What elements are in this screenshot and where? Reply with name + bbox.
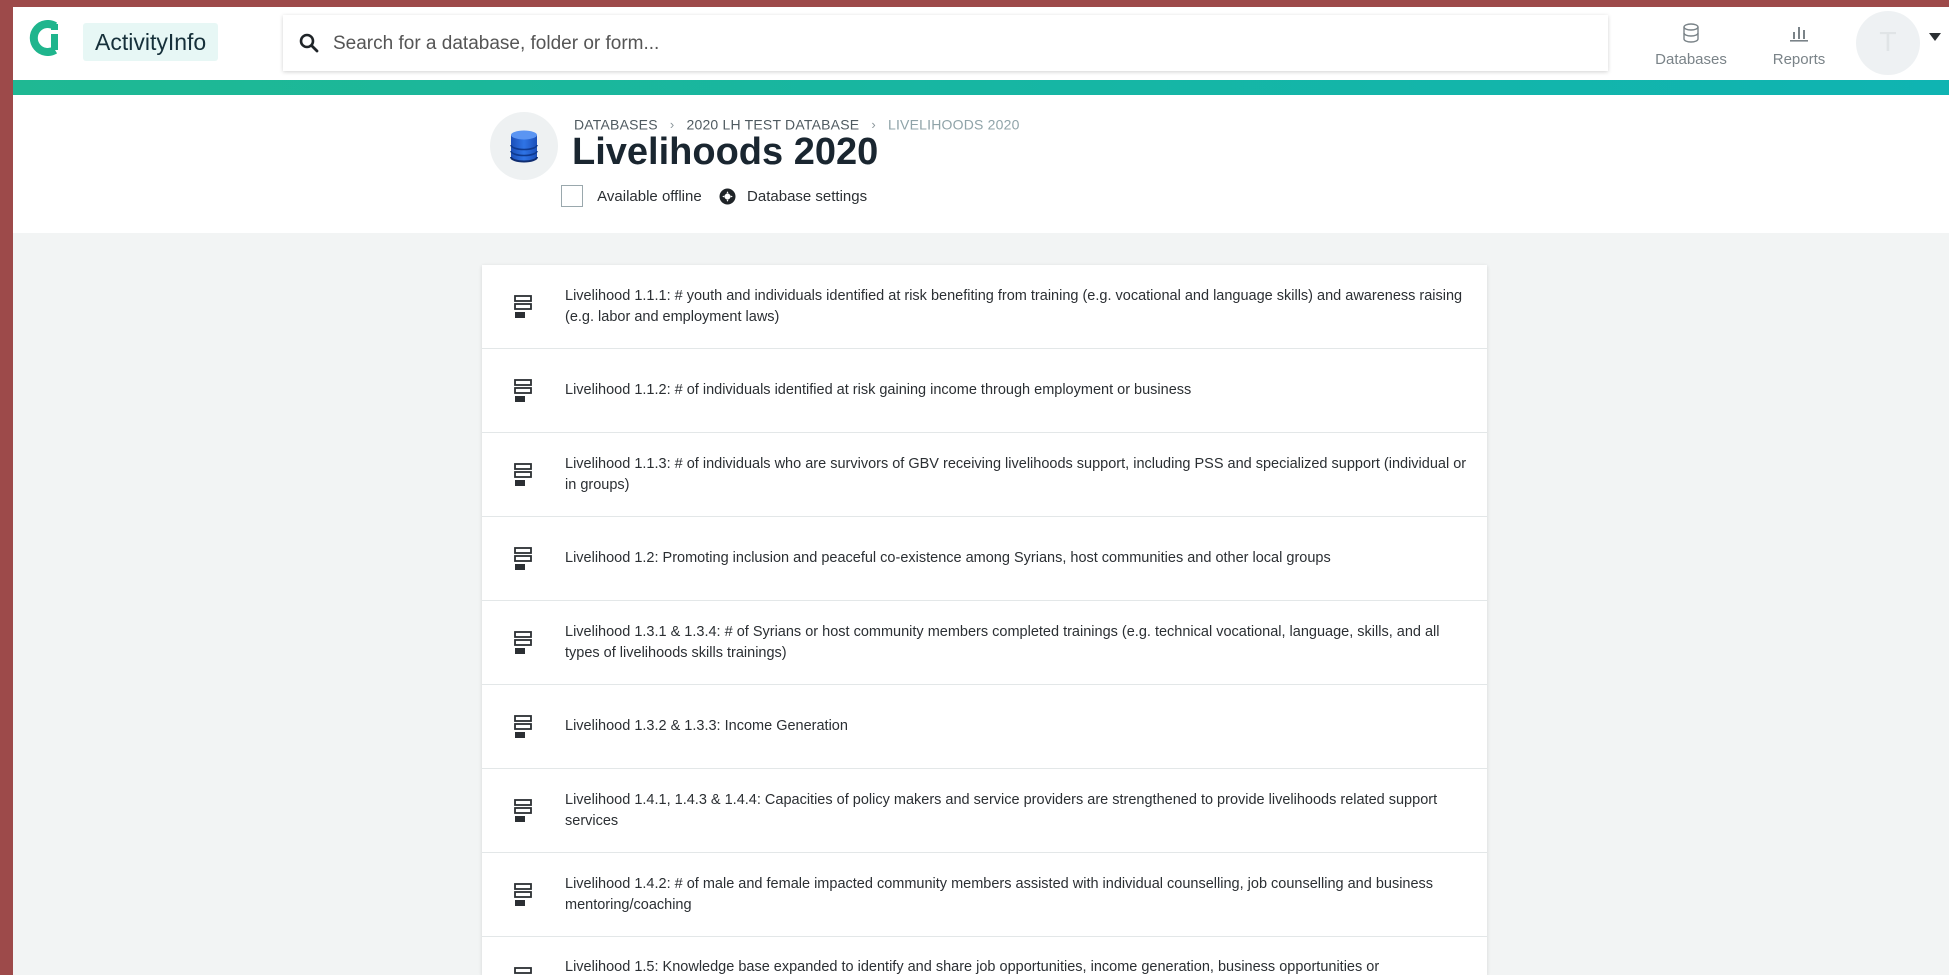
list-item[interactable]: Livelihood 1.2: Promoting inclusion and … [482, 517, 1487, 601]
window-frame-left [0, 0, 13, 975]
breadcrumb: DATABASES › 2020 LH TEST DATABASE › LIVE… [574, 115, 1020, 132]
gear-icon[interactable] [719, 188, 736, 205]
breadcrumb-current: LIVELIHOODS 2020 [887, 116, 1020, 133]
list-item-label[interactable]: Livelihood 1.3.2 & 1.3.3: Income Generat… [565, 685, 1467, 768]
activityinfo-logo-icon[interactable] [28, 20, 64, 56]
forms-list: Livelihood 1.1.1: # youth and individual… [482, 265, 1487, 975]
search-input[interactable] [331, 25, 1585, 63]
breadcrumb-test-database[interactable]: 2020 LH TEST DATABASE [686, 116, 859, 132]
form-icon [514, 463, 532, 486]
brand-name[interactable]: ActivityInfo [83, 23, 219, 61]
search-icon [299, 33, 319, 53]
chevron-down-icon[interactable] [1929, 33, 1941, 41]
user-avatar[interactable]: T [1856, 11, 1920, 75]
available-offline-label[interactable]: Available offline [597, 188, 702, 205]
nav-databases[interactable]: Databases [1646, 21, 1736, 68]
form-icon [514, 967, 532, 974]
list-item-label[interactable]: Livelihood 1.4.2: # of male and female i… [565, 853, 1467, 936]
form-icon [514, 883, 532, 906]
list-item-label[interactable]: Livelihood 1.2: Promoting inclusion and … [565, 517, 1467, 600]
list-item[interactable]: Livelihood 1.1.1: # youth and individual… [482, 265, 1487, 349]
breadcrumb-chevron-icon: › [871, 116, 876, 132]
form-icon [514, 547, 532, 570]
list-item[interactable]: Livelihood 1.3.1 & 1.3.4: # of Syrians o… [482, 601, 1487, 685]
available-offline-checkbox[interactable] [561, 185, 583, 207]
list-item-label[interactable]: Livelihood 1.5: Knowledge base expanded … [565, 937, 1467, 975]
window-frame-top [0, 0, 1949, 7]
form-icon [514, 295, 532, 318]
nav-databases-label: Databases [1655, 51, 1727, 68]
database-icon [510, 130, 538, 163]
breadcrumb-databases[interactable]: DATABASES [574, 116, 658, 132]
list-item-label[interactable]: Livelihood 1.1.1: # youth and individual… [565, 265, 1467, 348]
database-settings-link[interactable]: Database settings [747, 188, 867, 205]
list-item[interactable]: Livelihood 1.5: Knowledge base expanded … [482, 937, 1487, 975]
list-item[interactable]: Livelihood 1.4.1, 1.4.3 & 1.4.4: Capacit… [482, 769, 1487, 853]
database-header: DATABASES › 2020 LH TEST DATABASE › LIVE… [13, 95, 1949, 233]
list-item-label[interactable]: Livelihood 1.3.1 & 1.3.4: # of Syrians o… [565, 601, 1467, 684]
list-item-label[interactable]: Livelihood 1.1.3: # of individuals who a… [565, 433, 1467, 516]
database-icon [1683, 23, 1699, 43]
database-options: Available offline Database settings [561, 185, 867, 209]
database-avatar [490, 112, 558, 180]
page-title: Livelihoods 2020 [572, 131, 879, 173]
top-navigation-bar: ActivityInfo Databases Reports [13, 7, 1949, 80]
list-item[interactable]: Livelihood 1.1.3: # of individuals who a… [482, 433, 1487, 517]
search-box[interactable] [283, 15, 1608, 71]
list-item-label[interactable]: Livelihood 1.4.1, 1.4.3 & 1.4.4: Capacit… [565, 769, 1467, 852]
list-item[interactable]: Livelihood 1.3.2 & 1.3.3: Income Generat… [482, 685, 1487, 769]
accent-bar [13, 80, 1949, 95]
form-icon [514, 799, 532, 822]
nav-reports[interactable]: Reports [1754, 21, 1844, 68]
nav-reports-label: Reports [1772, 51, 1826, 68]
list-item-label[interactable]: Livelihood 1.1.2: # of individuals ident… [565, 349, 1467, 432]
list-item[interactable]: Livelihood 1.4.2: # of male and female i… [482, 853, 1487, 937]
form-icon [514, 715, 532, 738]
list-item[interactable]: Livelihood 1.1.2: # of individuals ident… [482, 349, 1487, 433]
bar-chart-icon [1790, 27, 1808, 42]
form-icon [514, 631, 532, 654]
form-icon [514, 379, 532, 402]
breadcrumb-chevron-icon: › [669, 116, 675, 132]
